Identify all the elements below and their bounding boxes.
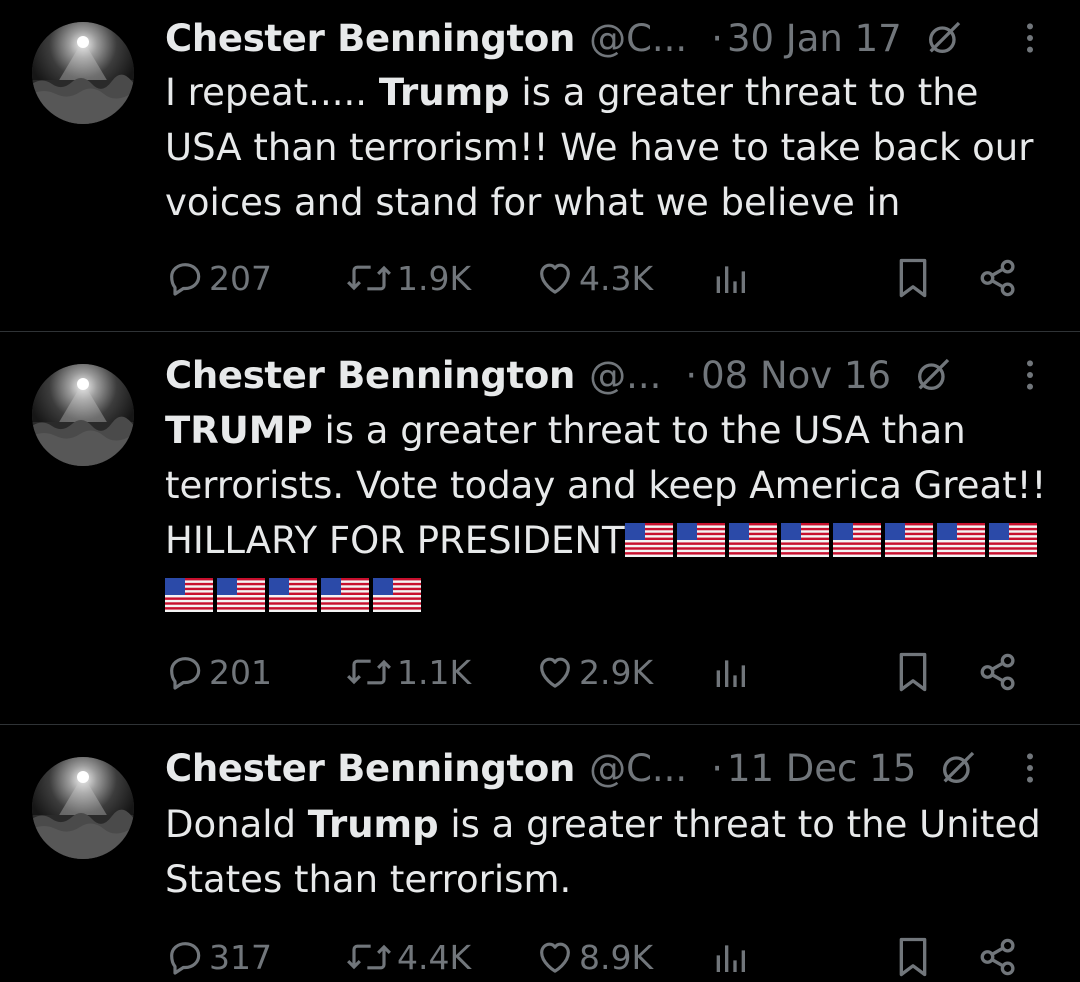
like-button[interactable]: 4.3K xyxy=(535,253,653,303)
grok-icon[interactable] xyxy=(913,355,953,395)
retweet-button[interactable]: 4.4K xyxy=(345,932,471,982)
tweet-text-bold: TRUMP xyxy=(165,409,313,452)
avatar[interactable] xyxy=(32,364,134,466)
bookmark-button[interactable] xyxy=(893,932,933,982)
display-name[interactable]: Chester Bennington xyxy=(165,354,575,397)
retweet-button[interactable]: 1.1K xyxy=(345,647,471,697)
tweet-text-part: Donald xyxy=(165,803,308,846)
views-button[interactable] xyxy=(710,253,750,303)
tweet-text: TRUMP is a greater threat to the USA tha… xyxy=(165,403,1065,623)
action-bar: 201 1.1K 2.9K xyxy=(165,647,1045,697)
bookmark-icon xyxy=(893,256,933,300)
like-icon xyxy=(535,937,575,977)
reply-count: 201 xyxy=(209,652,272,692)
bookmark-icon xyxy=(893,650,933,694)
reply-button[interactable]: 201 xyxy=(165,647,272,697)
retweet-count: 4.4K xyxy=(397,937,472,977)
us-flag-icon xyxy=(373,578,421,612)
tweet-header: Chester Bennington @... · 08 Nov 16 xyxy=(165,345,1050,405)
tweet[interactable]: Chester Bennington @C... · 30 Jan 17 I r… xyxy=(0,0,1080,332)
more-options-icon[interactable] xyxy=(1010,18,1050,58)
bookmark-button[interactable] xyxy=(893,647,933,697)
grok-icon[interactable] xyxy=(938,748,978,788)
us-flag-icon xyxy=(728,523,777,557)
tweet-date[interactable]: 30 Jan 17 xyxy=(727,17,902,60)
views-icon xyxy=(710,937,750,977)
share-button[interactable] xyxy=(977,253,1019,303)
bookmark-button[interactable] xyxy=(893,253,933,303)
share-button[interactable] xyxy=(977,932,1019,982)
reply-button[interactable]: 317 xyxy=(165,932,272,982)
tweet[interactable]: Chester Bennington @C... · 11 Dec 15 Don… xyxy=(0,725,1080,977)
display-name[interactable]: Chester Bennington xyxy=(165,17,575,60)
retweet-icon xyxy=(345,258,393,298)
retweet-icon xyxy=(345,652,393,692)
avatar[interactable] xyxy=(32,22,134,124)
tweet-text-bold: Trump xyxy=(378,71,510,114)
us-flag-icon xyxy=(780,523,829,557)
tweet-text-bold: Trump xyxy=(307,803,439,846)
us-flag-icon xyxy=(165,578,213,612)
separator-dot: · xyxy=(685,353,698,397)
reply-icon xyxy=(165,937,205,977)
views-icon xyxy=(710,258,750,298)
like-icon xyxy=(535,258,575,298)
retweet-icon xyxy=(345,937,393,977)
us-flag-icon xyxy=(321,578,369,612)
tweet-header: Chester Bennington @C... · 30 Jan 17 xyxy=(165,8,1050,68)
avatar[interactable] xyxy=(32,757,134,859)
retweet-button[interactable]: 1.9K xyxy=(345,253,471,303)
us-flag-icon xyxy=(217,578,265,612)
separator-dot: · xyxy=(711,746,723,790)
bookmark-icon xyxy=(893,935,933,979)
reply-count: 207 xyxy=(209,258,272,298)
tweet-header: Chester Bennington @C... · 11 Dec 15 xyxy=(165,738,1050,798)
action-bar: 207 1.9K 4.3K xyxy=(165,253,1045,303)
like-icon xyxy=(535,652,575,692)
more-options-icon[interactable] xyxy=(1010,748,1050,788)
user-handle[interactable]: @... xyxy=(589,354,661,397)
user-handle[interactable]: @C... xyxy=(589,747,687,790)
us-flag-icon xyxy=(832,523,881,557)
tweet[interactable]: Chester Bennington @... · 08 Nov 16 TRUM… xyxy=(0,332,1080,725)
display-name[interactable]: Chester Bennington xyxy=(165,747,575,790)
reply-count: 317 xyxy=(209,937,272,977)
share-button[interactable] xyxy=(977,647,1019,697)
share-icon xyxy=(977,936,1019,978)
us-flag-icon xyxy=(884,523,933,557)
tweet-text-part: I repeat..... xyxy=(165,71,379,114)
share-icon xyxy=(977,651,1019,693)
like-count: 8.9K xyxy=(579,937,654,977)
views-button[interactable] xyxy=(710,932,750,982)
like-count: 4.3K xyxy=(579,258,654,298)
reply-button[interactable]: 207 xyxy=(165,253,272,303)
share-icon xyxy=(977,257,1019,299)
tweet-text: I repeat..... Trump is a greater threat … xyxy=(165,65,1065,230)
us-flag-icon xyxy=(269,578,317,612)
us-flag-icon xyxy=(676,523,725,557)
like-button[interactable]: 8.9K xyxy=(535,932,653,982)
grok-icon[interactable] xyxy=(924,18,964,58)
tweet-text: Donald Trump is a greater threat to the … xyxy=(165,797,1065,907)
views-icon xyxy=(710,652,750,692)
user-handle[interactable]: @C... xyxy=(589,17,687,60)
more-options-icon[interactable] xyxy=(1010,355,1050,395)
like-button[interactable]: 2.9K xyxy=(535,647,653,697)
action-bar: 317 4.4K 8.9K xyxy=(165,932,1045,982)
like-count: 2.9K xyxy=(579,652,654,692)
us-flag-icon xyxy=(624,523,673,557)
us-flag-icon xyxy=(988,523,1037,557)
views-button[interactable] xyxy=(710,647,750,697)
tweet-date[interactable]: 11 Dec 15 xyxy=(727,747,916,790)
us-flag-icon xyxy=(936,523,985,557)
tweet-date[interactable]: 08 Nov 16 xyxy=(701,354,891,397)
separator-dot: · xyxy=(711,16,723,60)
reply-icon xyxy=(165,258,205,298)
retweet-count: 1.1K xyxy=(397,652,472,692)
retweet-count: 1.9K xyxy=(397,258,472,298)
reply-icon xyxy=(165,652,205,692)
